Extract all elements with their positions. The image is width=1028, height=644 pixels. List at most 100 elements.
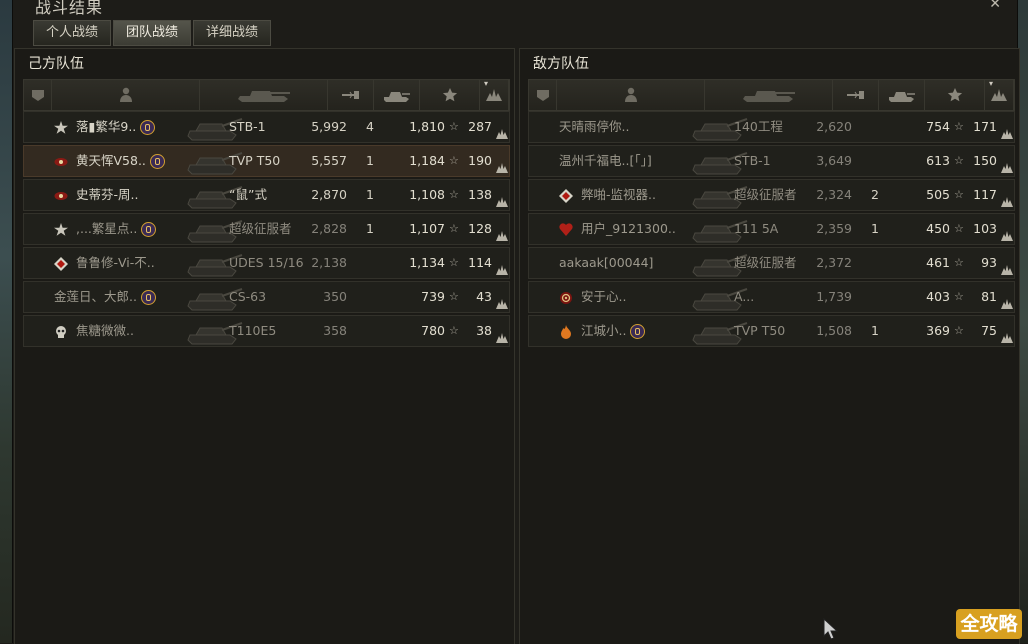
player-row[interactable]: 弊啪-监视器.. 超级征服者 2,324 2 505 ☆ 117	[528, 179, 1015, 211]
vehicle-name: 超级征服者	[734, 187, 797, 202]
player-row[interactable]: 天晴雨停你.. 140工程 2,620 754 ☆ 171	[528, 111, 1015, 143]
sort-experience-button[interactable]	[925, 80, 985, 110]
ally-team-title: 己方队伍	[28, 56, 84, 72]
tab-bar: 个人战绩 团队战绩 详细战绩	[33, 20, 272, 46]
heart-rank-badge-icon	[559, 222, 573, 236]
points-value: 171	[973, 119, 997, 134]
player-name[interactable]: ,...繁星点..	[76, 214, 137, 244]
player-row[interactable]: ,...繁星点.. 超级征服者 2,828 1 1,107 ☆ 128	[23, 213, 510, 245]
vehicle-name: TVP T50	[734, 323, 786, 338]
vehicle-name: 140工程	[734, 119, 783, 134]
points-icon	[495, 155, 509, 173]
player-name[interactable]: 温州千福电..[「」]	[559, 146, 652, 176]
player-name[interactable]: 黄天恽V58..	[76, 146, 146, 176]
points-icon	[1000, 189, 1014, 207]
player-row[interactable]: 用户_9121300.. 111 5A 2,359 1 450 ☆ 103	[528, 213, 1015, 245]
vehicle-name: STB-1	[734, 153, 771, 168]
platoon-column-icon	[535, 87, 551, 103]
vehicle-name: TVP T50	[229, 153, 281, 168]
experience-value: 780	[421, 323, 445, 338]
sort-vehicle-button[interactable]	[705, 80, 833, 110]
player-name[interactable]: 金莲日、大郎..	[54, 282, 137, 312]
mod-indicator-icon	[140, 120, 155, 135]
column-header: ▾	[23, 79, 510, 111]
sort-points-button[interactable]: ▾	[985, 79, 1014, 110]
experience-value: 403	[926, 289, 950, 304]
kills-value: 1	[366, 153, 374, 168]
player-row[interactable]: 金莲日、大郎.. CS-63 350 739 ☆ 43	[23, 281, 510, 313]
sort-experience-button[interactable]	[420, 80, 480, 110]
sort-vehicle-button[interactable]	[200, 80, 328, 110]
player-name[interactable]: 江城小..	[581, 316, 626, 346]
player-list: 天晴雨停你.. 140工程 2,620 754 ☆ 171 温州千福电..[「」] STB-1…	[528, 111, 1015, 349]
player-row[interactable]: 安于心.. A... 1,739 403 ☆ 81	[528, 281, 1015, 313]
player-row[interactable]: 鲁鲁修-Vi-不.. UDES 15/16 2,138 1,134 ☆ 114	[23, 247, 510, 279]
points-icon	[1000, 155, 1014, 173]
sort-player-button[interactable]	[557, 80, 705, 110]
sort-platoon-button[interactable]	[24, 80, 52, 110]
experience-value: 754	[926, 119, 950, 134]
mod-indicator-icon	[141, 290, 156, 305]
damage-value: 3,649	[816, 153, 852, 168]
points-icon	[1000, 291, 1014, 309]
player-name[interactable]: 落▮繁华9..	[76, 112, 136, 142]
sort-caret-icon: ▾	[484, 79, 489, 88]
player-name[interactable]: 天晴雨停你..	[559, 112, 629, 142]
close-icon[interactable]: ✕	[989, 0, 1001, 12]
experience-value: 461	[926, 255, 950, 270]
player-row[interactable]: 江城小.. TVP T50 1,508 1 369 ☆ 75	[528, 315, 1015, 347]
points-value: 75	[981, 323, 997, 338]
sort-platoon-button[interactable]	[529, 80, 557, 110]
player-name[interactable]: 安于心..	[581, 282, 626, 312]
kills-value: 1	[366, 221, 374, 236]
player-name[interactable]: 史蒂芬-周..	[76, 180, 138, 210]
points-value: 287	[468, 119, 492, 134]
sort-kills-button[interactable]	[879, 80, 925, 110]
player-name[interactable]: 焦糖微微..	[76, 316, 134, 346]
damage-value: 2,620	[816, 119, 852, 134]
player-row[interactable]: 黄天恽V58.. TVP T50 5,557 1 1,184 ☆ 190	[23, 145, 510, 177]
mod-indicator-icon	[141, 222, 156, 237]
player-row[interactable]: 温州千福电..[「」] STB-1 3,649 613 ☆ 150	[528, 145, 1015, 177]
sort-damage-button[interactable]	[833, 80, 879, 110]
damage-value: 2,138	[311, 255, 347, 270]
player-row[interactable]: 焦糖微微.. T110E5 358 780 ☆ 38	[23, 315, 510, 347]
tab-team[interactable]: 团队战绩	[113, 20, 192, 46]
vehicle-name: 超级征服者	[229, 221, 292, 236]
points-column-icon	[990, 88, 1008, 102]
player-row[interactable]: 落▮繁华9.. STB-1 5,992 4 1,810 ☆ 287	[23, 111, 510, 143]
mouse-cursor-icon	[823, 618, 839, 640]
experience-value: 1,107	[409, 221, 445, 236]
vehicle-name: A...	[734, 289, 755, 304]
skull-rank-badge-icon	[54, 324, 68, 338]
eye-rank-badge-icon	[54, 154, 68, 168]
sort-caret-icon: ▾	[989, 79, 994, 88]
player-name[interactable]: 用户_9121300..	[581, 214, 676, 244]
player-row[interactable]: 史蒂芬-周.. “鼠”式 2,870 1 1,108 ☆ 138	[23, 179, 510, 211]
experience-value: 1,184	[409, 153, 445, 168]
player-name[interactable]: 弊啪-监视器..	[581, 180, 656, 210]
damage-value: 2,359	[816, 221, 852, 236]
points-value: 81	[981, 289, 997, 304]
sort-points-button[interactable]: ▾	[480, 79, 509, 110]
sort-player-button[interactable]	[52, 80, 200, 110]
vehicle-name: CS-63	[229, 289, 267, 304]
vehicle-name: 超级征服者	[734, 255, 797, 270]
sort-damage-button[interactable]	[328, 80, 374, 110]
damage-value: 2,324	[816, 187, 852, 202]
player-name[interactable]: 鲁鲁修-Vi-不..	[76, 248, 155, 278]
player-row[interactable]: aakaak[00044] 超级征服者 2,372 461 ☆ 93	[528, 247, 1015, 279]
player-name[interactable]: aakaak[00044]	[559, 248, 653, 278]
kills-value: 4	[366, 119, 374, 134]
points-icon	[1000, 257, 1014, 275]
points-value: 43	[476, 289, 492, 304]
diamond-rank-badge-icon	[54, 256, 68, 271]
mod-indicator-icon	[150, 154, 165, 169]
tab-personal[interactable]: 个人战绩	[33, 20, 112, 46]
sort-kills-button[interactable]	[374, 80, 420, 110]
damage-value: 1,739	[816, 289, 852, 304]
points-value: 103	[973, 221, 997, 236]
points-icon	[495, 325, 509, 343]
tab-detailed[interactable]: 详细战绩	[193, 20, 272, 46]
damage-value: 2,372	[816, 255, 852, 270]
